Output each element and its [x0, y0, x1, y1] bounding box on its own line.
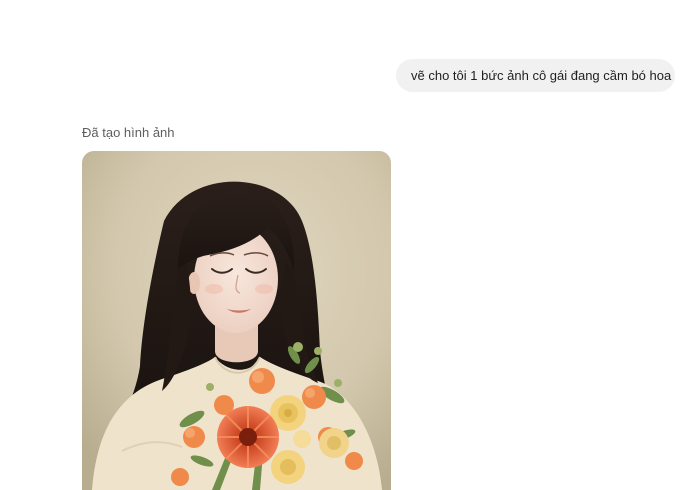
chat-page: vẽ cho tôi 1 bức ảnh cô gái đang cầm bó …	[0, 0, 696, 490]
generated-image-illustration	[82, 151, 391, 490]
generated-image[interactable]	[82, 151, 391, 490]
user-message-bubble: vẽ cho tôi 1 bức ảnh cô gái đang cầm bó …	[396, 59, 675, 92]
image-created-label: Đã tạo hình ảnh	[82, 125, 175, 140]
